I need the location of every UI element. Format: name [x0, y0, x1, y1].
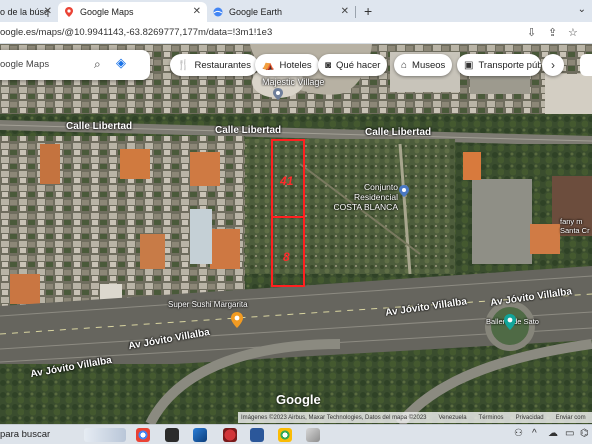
bus-icon: ▣ — [464, 59, 474, 71]
satellite-map[interactable]: Calle Libertad Calle Libertad Calle Libe… — [0, 44, 592, 424]
tab-google-maps[interactable]: Google Maps ✕ — [58, 2, 207, 22]
chrome-icon-2[interactable] — [278, 428, 292, 442]
road-label: Calle Libertad — [365, 127, 432, 138]
chip-hoteles[interactable]: ⛺ Hoteles — [255, 54, 319, 76]
chip-que-hacer[interactable]: ◙ Qué hacer — [318, 54, 388, 76]
chrome-icon[interactable] — [136, 428, 150, 442]
search-input[interactable]: oogle Maps — [0, 59, 49, 70]
chevron-up-icon[interactable]: ^ — [532, 428, 537, 439]
chip-restaurantes[interactable]: 🍴 Restaurantes — [170, 54, 258, 76]
road-label: Calle Libertad — [66, 121, 133, 132]
plot-number: 8 — [283, 250, 290, 264]
plot-number: 41 — [280, 174, 294, 188]
tab-divider — [355, 6, 356, 18]
search-highlight-icon[interactable] — [84, 428, 126, 442]
attraction-pin-icon[interactable] — [504, 314, 516, 330]
chip-label: Hoteles — [279, 59, 312, 71]
fork-knife-icon: 🍴 — [177, 59, 190, 71]
map-attribution: Imágenes ©2023 Airbus, Maxar Technologie… — [238, 412, 592, 423]
install-icon[interactable]: ⇩ — [527, 26, 536, 39]
chip-transporte[interactable]: ▣ Transporte públi — [457, 54, 541, 76]
chip-label: Transporte públi — [478, 59, 541, 71]
chip-label: Museos — [412, 59, 446, 71]
new-tab-button[interactable]: + — [364, 3, 372, 19]
close-icon[interactable]: ✕ — [341, 6, 349, 17]
google-logo: Google — [276, 392, 321, 407]
chip-label: Restaurantes — [194, 59, 251, 71]
directions-icon[interactable]: ◈ — [116, 55, 132, 71]
place-label[interactable]: Majestic Village — [262, 77, 324, 87]
tab-label: Google Earth — [229, 7, 283, 17]
opera-icon[interactable] — [223, 428, 237, 442]
google-earth-icon — [213, 7, 223, 17]
chevron-right-icon: › — [551, 58, 555, 72]
windows-taskbar: para buscar ⚇ ^ ☁ ▭ ⌬ — [0, 424, 592, 444]
google-maps-icon — [65, 7, 73, 17]
place-pin-icon[interactable] — [273, 88, 283, 100]
bed-icon: ⛺ — [262, 59, 275, 71]
close-icon[interactable]: ✕ — [44, 6, 52, 17]
place-label[interactable]: Super Sushi Margarita — [168, 300, 248, 309]
feedback-link[interactable]: Enviar com — [556, 415, 586, 421]
tab-search[interactable]: o de la búsq ✕ — [0, 2, 58, 22]
maps-search-box[interactable]: oogle Maps ⌕ ◈ — [0, 50, 150, 80]
app-icon[interactable] — [306, 428, 320, 442]
taskbar-search[interactable]: para buscar — [0, 429, 50, 440]
network-icon[interactable]: ⌬ — [580, 428, 589, 439]
cloud-icon[interactable]: ☁ — [548, 428, 558, 439]
search-icon[interactable]: ⌕ — [94, 57, 101, 72]
privacy-link[interactable]: Privacidad — [516, 415, 544, 421]
restaurant-pin-icon[interactable] — [231, 312, 243, 328]
url-field[interactable]: oogle.es/maps/@10.9941143,-63.8269777,17… — [0, 27, 272, 38]
chevron-down-icon[interactable]: ⌄ — [578, 4, 586, 15]
tab-label: Google Maps — [80, 7, 134, 17]
chip-museos[interactable]: ⌂ Museos — [394, 54, 453, 76]
tab-google-earth[interactable]: Google Earth ✕ — [207, 2, 355, 22]
place-label[interactable]: Conjunto Residencial COSTA BLANCA — [318, 182, 398, 212]
tab-label: o de la búsq — [0, 7, 50, 17]
road-label: Calle Libertad — [215, 125, 282, 136]
photos-icon[interactable] — [193, 428, 207, 442]
task-view-icon[interactable] — [165, 428, 179, 442]
place-label[interactable]: fany m Santa Cr — [560, 217, 590, 235]
layers-button[interactable] — [580, 54, 592, 76]
star-icon[interactable]: ☆ — [568, 26, 578, 39]
share-icon[interactable]: ⇪ — [548, 26, 557, 39]
country-label[interactable]: Venezuela — [439, 415, 467, 421]
people-icon[interactable]: ⚇ — [514, 428, 523, 439]
terms-link[interactable]: Términos — [479, 415, 504, 421]
imagery-credit: Imágenes ©2023 Airbus, Maxar Technologie… — [241, 414, 427, 421]
chip-label: Qué hacer — [336, 59, 381, 71]
place-pin-icon[interactable] — [399, 185, 409, 197]
word-icon[interactable] — [250, 428, 264, 442]
battery-icon[interactable]: ▭ — [565, 428, 574, 439]
close-icon[interactable]: ✕ — [193, 6, 201, 17]
camera-icon: ◙ — [325, 59, 332, 71]
address-bar: oogle.es/maps/@10.9941143,-63.8269777,17… — [0, 22, 592, 44]
museum-icon: ⌂ — [401, 59, 408, 71]
tab-strip: o de la búsq ✕ Google Maps ✕ Google Eart… — [0, 0, 592, 22]
chips-next-button[interactable]: › — [542, 54, 564, 76]
